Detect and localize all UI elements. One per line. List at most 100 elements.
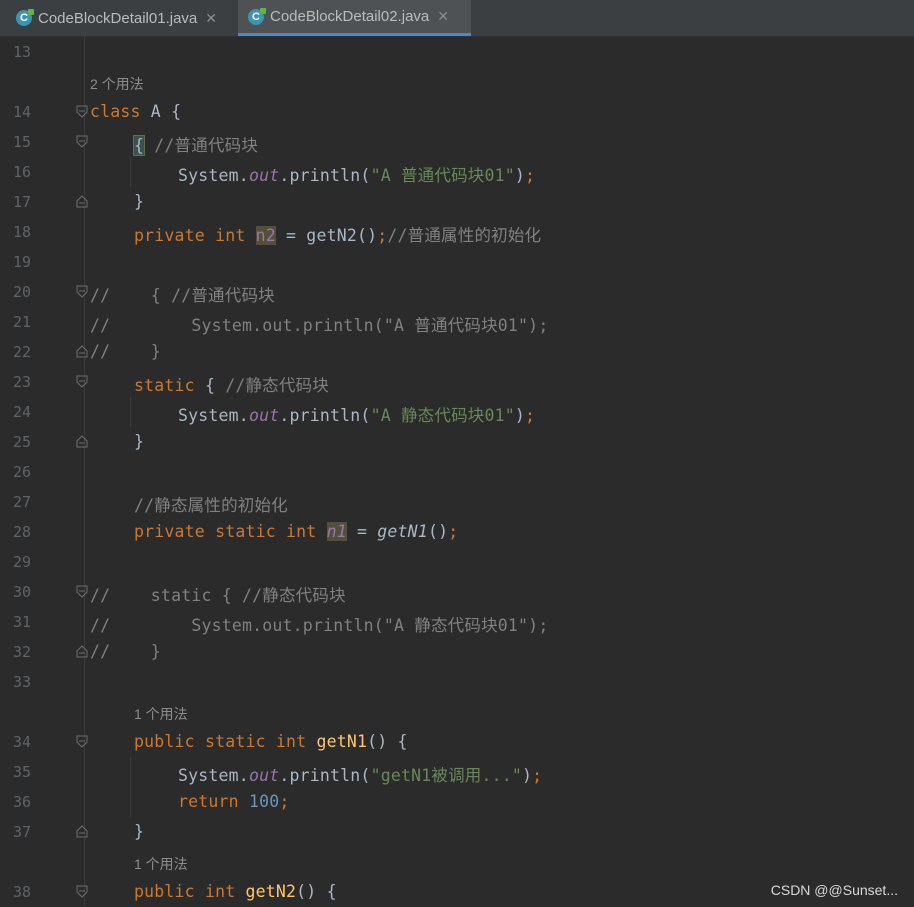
static-field: out	[248, 166, 280, 185]
usage-hint[interactable]: 1 个用法	[134, 854, 188, 874]
fold-open-icon[interactable]	[76, 885, 88, 898]
line-number: 25	[12, 433, 31, 451]
watermark: CSDN @@Sunset...	[770, 882, 898, 898]
comment: //普通代码块	[144, 136, 259, 155]
keyword: private	[134, 522, 205, 541]
code-line: 22 // }	[0, 337, 914, 367]
code-line: 36 return 100;	[0, 787, 914, 817]
code-line: 35 System.out.println("getN1被调用...");	[0, 757, 914, 787]
fold-close-icon[interactable]	[76, 345, 88, 358]
keyword: int	[286, 522, 317, 541]
comment: //静态属性的初始化	[134, 496, 288, 515]
code-text: static { //静态代码块	[134, 372, 329, 396]
keyword: static	[215, 522, 276, 541]
keyword: int	[275, 732, 307, 751]
line-number: 31	[12, 613, 31, 631]
keyword: public	[134, 882, 195, 901]
fold-open-icon[interactable]	[76, 105, 88, 118]
code-text: return 100;	[178, 792, 290, 811]
line-number: 33	[12, 673, 31, 691]
code-line: 18 private int n2 = getN2();//普通属性的初始化	[0, 217, 914, 247]
usage-hint-line: 2 个用法	[0, 67, 914, 97]
close-icon[interactable]: ✕	[437, 8, 449, 25]
line-number: 32	[12, 643, 31, 661]
line-number: 19	[12, 253, 31, 271]
code-token: )	[522, 766, 533, 785]
semicolon: ;	[377, 226, 388, 245]
code-line: 21 // System.out.println("A 普通代码块01");	[0, 307, 914, 337]
code-line: 15 { //普通代码块	[0, 127, 914, 157]
usage-hint-line: 1 个用法	[0, 697, 914, 727]
code-line: 13	[0, 37, 914, 67]
code-token: () {	[367, 732, 408, 751]
fold-close-icon[interactable]	[76, 645, 88, 658]
keyword: int	[215, 226, 246, 245]
code-line: 26	[0, 457, 914, 487]
line-number: 27	[12, 493, 31, 511]
usage-hint[interactable]: 2 个用法	[90, 74, 144, 94]
code-text: { //普通代码块	[132, 132, 259, 156]
keyword: static	[204, 732, 266, 751]
string-literal: "A 普通代码块01"	[370, 166, 515, 185]
semicolon: ;	[279, 792, 290, 811]
line-number: 36	[12, 793, 31, 811]
line-number: 35	[12, 763, 31, 781]
tab-label: CodeBlockDetail01.java	[38, 9, 198, 27]
code-token: A {	[140, 102, 182, 121]
usage-hint[interactable]: 1 个用法	[134, 704, 188, 724]
keyword: class	[90, 102, 141, 121]
editor-tab-bar: C CodeBlockDetail01.java ✕ C CodeBlockDe…	[0, 0, 914, 37]
tab-codeblockdetail01[interactable]: C CodeBlockDetail01.java ✕	[10, 0, 238, 36]
code-text: System.out.println("A 普通代码块01");	[178, 162, 535, 186]
code-text: System.out.println("getN1被调用...");	[178, 762, 542, 786]
code-line: 19	[0, 247, 914, 277]
code-line: 32 // }	[0, 637, 914, 667]
keyword: return	[178, 792, 239, 811]
code-token: = getN2()	[275, 226, 378, 245]
line-number: 23	[12, 373, 31, 391]
fold-open-icon[interactable]	[76, 585, 88, 598]
line-number: 34	[12, 733, 31, 751]
fold-open-icon[interactable]	[76, 285, 88, 298]
line-number: 21	[12, 313, 31, 331]
code-line: 24 System.out.println("A 静态代码块01");	[0, 397, 914, 427]
comment: // { //普通代码块	[90, 286, 275, 305]
code-token: .println(	[279, 166, 371, 185]
code-line: 30 // static { //静态代码块	[0, 577, 914, 607]
code-token: )	[514, 406, 526, 425]
line-number: 29	[12, 553, 31, 571]
semicolon: ;	[525, 166, 536, 185]
code-line: 16 System.out.println("A 普通代码块01");	[0, 157, 914, 187]
code-editor[interactable]: 13 2 个用法 14 class A { 15 { //普通代码块 16 Sy…	[0, 37, 914, 906]
close-icon[interactable]: ✕	[205, 10, 217, 27]
method-call: getN1	[377, 522, 428, 541]
line-number: 24	[12, 403, 31, 421]
keyword: static	[134, 376, 195, 395]
fold-close-icon[interactable]	[76, 195, 88, 208]
fold-close-icon[interactable]	[76, 825, 88, 838]
fold-open-icon[interactable]	[76, 735, 88, 748]
line-number: 18	[12, 223, 31, 241]
code-token: System.	[178, 166, 249, 185]
java-class-icon: C	[16, 9, 34, 26]
string-literal: "A 静态代码块01"	[370, 406, 515, 425]
keyword: int	[204, 882, 236, 901]
fold-open-icon[interactable]	[76, 375, 88, 388]
code-text: private int n2 = getN2();//普通属性的初始化	[134, 222, 541, 246]
code-line: 25 }	[0, 427, 914, 457]
fold-close-icon[interactable]	[76, 435, 88, 448]
code-line: 14 class A {	[0, 97, 914, 127]
fold-open-icon[interactable]	[76, 135, 88, 148]
number-literal: 100	[248, 792, 280, 811]
code-line: 20 // { //普通代码块	[0, 277, 914, 307]
static-field: out	[248, 766, 280, 785]
code-text: public static int getN1() {	[134, 732, 408, 751]
semicolon: ;	[525, 406, 536, 425]
code-token: System.	[178, 406, 249, 425]
method-name: getN2	[245, 882, 297, 901]
code-text: private static int n1 = getN1();	[134, 522, 458, 541]
line-number: 38	[12, 883, 31, 901]
tab-codeblockdetail02[interactable]: C CodeBlockDetail02.java ✕	[238, 0, 471, 36]
java-class-icon: C	[248, 7, 266, 25]
comment: //静态代码块	[225, 376, 329, 395]
